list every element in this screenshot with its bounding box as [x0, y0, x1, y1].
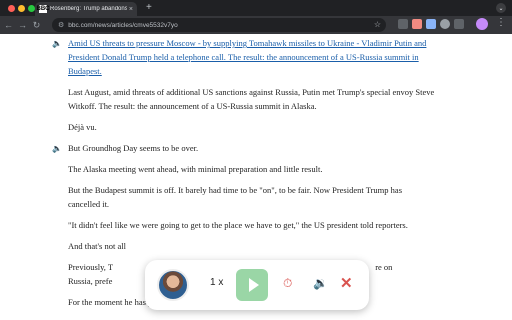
site-info-icon[interactable]: ⚙ — [58, 21, 64, 29]
new-tab-button[interactable]: + — [146, 2, 152, 14]
extension-icon[interactable] — [440, 19, 450, 29]
speaker-icon[interactable]: 🔈 — [52, 37, 62, 51]
bbc-favicon-icon: BBC — [36, 5, 50, 13]
close-player-icon[interactable]: ✕ — [340, 274, 353, 292]
profile-avatar[interactable] — [476, 18, 488, 30]
tab-search-icon[interactable]: ⌄ — [496, 3, 506, 13]
bookmark-star-icon[interactable]: ☆ — [374, 20, 381, 29]
address-bar[interactable]: ⚙ bbc.com/news/articles/cmve5532v7yo ☆ — [52, 18, 386, 32]
close-window-button[interactable] — [8, 5, 15, 12]
minimize-window-button[interactable] — [18, 5, 25, 12]
speaker-icon[interactable]: 🔈 — [52, 142, 62, 156]
extension-icon[interactable] — [412, 19, 422, 29]
play-button[interactable] — [236, 269, 268, 301]
paragraph-text-start: Previously, T — [68, 262, 113, 272]
browser-title-bar: BBC Rosenberg: Trump abandons × + ⌄ — [0, 0, 512, 16]
volume-icon[interactable]: 🔉 — [313, 276, 328, 290]
voice-avatar[interactable] — [157, 269, 189, 301]
playback-speed-button[interactable]: 1 x — [210, 277, 223, 288]
maximize-window-button[interactable] — [28, 5, 35, 12]
article-paragraph: 🔈 But Groundhog Day seems to be over. — [52, 141, 436, 155]
article-paragraph: And that's not all — [68, 241, 126, 251]
tab-title: Rosenberg: Trump abandons — [50, 6, 127, 12]
timer-icon[interactable]: ⏱ — [283, 276, 292, 291]
article-paragraph: Last August, amid threats of additional … — [68, 87, 435, 111]
extensions-puzzle-icon[interactable] — [454, 19, 464, 29]
paragraph-text: But Groundhog Day seems to be over. — [68, 143, 199, 153]
article-paragraph: Déjà vu. — [68, 122, 97, 132]
article-paragraph: "It didn't feel like we were going to ge… — [68, 220, 408, 230]
article-paragraph: The Alaska meeting went ahead, with mini… — [68, 164, 323, 174]
play-icon — [248, 278, 259, 292]
article-link[interactable]: Amid US threats to pressure Moscow - by … — [68, 38, 426, 76]
web-page: 🔈 Amid US threats to pressure Moscow - b… — [0, 34, 512, 320]
reload-icon[interactable]: ↻ — [31, 20, 42, 31]
paragraph-text-line2: Russia, prefe — [68, 276, 113, 286]
text-to-speech-player: 1 x ⏱ 🔉 ✕ — [145, 260, 369, 310]
back-arrow-icon[interactable]: ← — [3, 20, 14, 30]
extension-icon[interactable] — [426, 19, 436, 29]
forward-arrow-icon[interactable]: → — [17, 20, 28, 30]
browser-tab[interactable]: BBC Rosenberg: Trump abandons × — [35, 2, 137, 16]
article-paragraph: But the Budapest summit is off. It barel… — [68, 185, 402, 209]
tab-close-icon[interactable]: × — [129, 6, 133, 13]
extension-icon[interactable] — [398, 19, 408, 29]
browser-menu-icon[interactable]: ⋮ — [496, 17, 506, 28]
url-text: bbc.com/news/articles/cmve5532v7yo — [68, 21, 178, 29]
paragraph-text-end: re on — [375, 262, 393, 272]
article-paragraph: 🔈 Amid US threats to pressure Moscow - b… — [52, 36, 436, 78]
